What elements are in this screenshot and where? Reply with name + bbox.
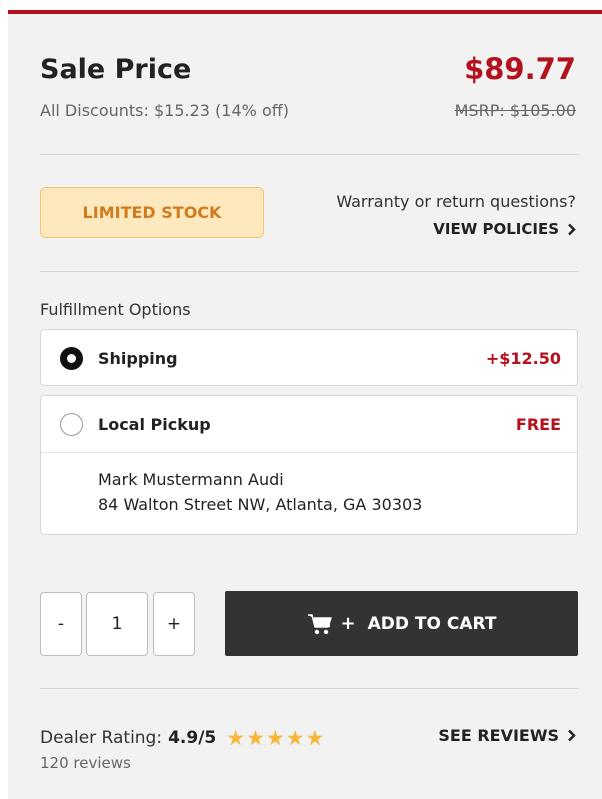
- quantity-input[interactable]: 1: [86, 592, 148, 656]
- sale-price-title: Sale Price: [40, 54, 192, 85]
- star-rating-icon: ★★★★★: [226, 726, 326, 750]
- see-reviews-label: SEE REVIEWS: [438, 726, 559, 745]
- add-to-cart-label: ADD TO CART: [367, 613, 497, 634]
- local-pickup-price: FREE: [515, 415, 561, 434]
- local-pickup-radio[interactable]: [60, 413, 83, 436]
- divider: [40, 271, 578, 272]
- dealer-rating-value: 4.9/5: [168, 728, 217, 748]
- local-pickup-label: Local Pickup: [98, 415, 211, 434]
- divider: [41, 452, 577, 453]
- discounts-text: All Discounts: $15.23 (14% off): [40, 101, 289, 120]
- review-count: 120 reviews: [40, 754, 131, 772]
- chevron-right-icon: [568, 729, 576, 742]
- limited-stock-label: LIMITED STOCK: [82, 203, 222, 222]
- divider: [40, 154, 578, 155]
- see-reviews-link[interactable]: SEE REVIEWS: [438, 726, 576, 745]
- shipping-label: Shipping: [98, 349, 178, 368]
- dealer-rating: Dealer Rating: 4.9/5 ★★★★★: [40, 726, 325, 750]
- product-purchase-panel: Sale Price $89.77 All Discounts: $15.23 …: [8, 10, 602, 799]
- msrp-price: MSRP: $105.00: [454, 101, 576, 120]
- shipping-option[interactable]: Shipping +$12.50: [40, 329, 578, 386]
- view-policies-label: VIEW POLICIES: [433, 220, 559, 238]
- divider: [40, 688, 578, 689]
- cart-plus-icon: +: [307, 612, 356, 636]
- quantity-increment-button[interactable]: +: [153, 592, 195, 656]
- dealer-rating-label: Dealer Rating:: [40, 728, 163, 748]
- chevron-right-icon: [568, 223, 576, 235]
- local-pickup-option[interactable]: Local Pickup FREE Mark Mustermann Audi 8…: [40, 395, 578, 535]
- limited-stock-badge: LIMITED STOCK: [40, 187, 264, 238]
- shipping-price: +$12.50: [485, 349, 561, 368]
- sale-price-value: $89.77: [464, 52, 576, 86]
- fulfillment-options-label: Fulfillment Options: [40, 300, 191, 319]
- shipping-radio[interactable]: [60, 347, 83, 370]
- warranty-question: Warranty or return questions?: [336, 192, 576, 211]
- add-to-cart-button[interactable]: + ADD TO CART: [225, 591, 578, 656]
- dealer-address: 84 Walton Street NW, Atlanta, GA 30303: [98, 495, 423, 514]
- view-policies-link[interactable]: VIEW POLICIES: [433, 220, 576, 238]
- dealer-name: Mark Mustermann Audi: [98, 470, 284, 489]
- quantity-decrement-button[interactable]: -: [40, 592, 82, 656]
